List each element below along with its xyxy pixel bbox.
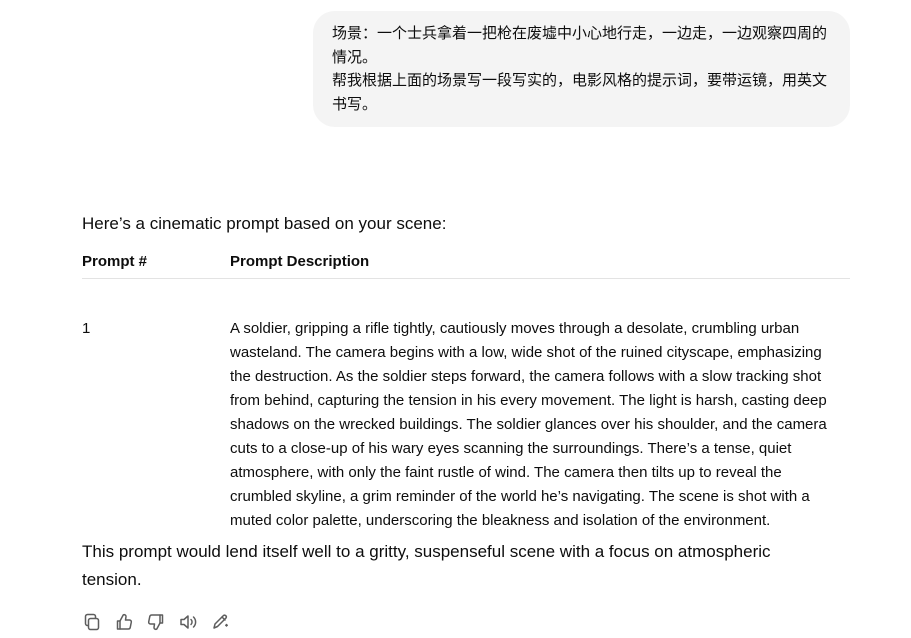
bad-response-button[interactable] bbox=[145, 611, 167, 633]
user-message-line-1: 场景：一个士兵拿着一把枪在废墟中小心地行走，一边走，一边观察四周的情况。 bbox=[332, 24, 828, 66]
copy-button[interactable] bbox=[81, 611, 103, 633]
edit-icon bbox=[213, 614, 228, 629]
row-prompt-description: A soldier, gripping a rifle tightly, cau… bbox=[230, 320, 827, 529]
user-message-bubble: 场景：一个士兵拿着一把枪在废墟中小心地行走，一边走，一边观察四周的情况。 帮我根… bbox=[313, 11, 850, 127]
header-prompt-description: Prompt Description bbox=[230, 253, 370, 270]
read-aloud-button[interactable] bbox=[177, 611, 199, 633]
message-action-bar bbox=[81, 611, 231, 633]
user-message-line-2: 帮我根据上面的场景写一段写实的，电影风格的提示词，要带运镜，用英文书写。 bbox=[332, 71, 828, 113]
edit-response-button[interactable] bbox=[209, 611, 231, 633]
thumbs-up-icon bbox=[116, 613, 133, 630]
header-prompt-number: Prompt # bbox=[82, 253, 148, 270]
assistant-intro-text: Here’s a cinematic prompt based on your … bbox=[82, 214, 447, 233]
table-row: 1 A soldier, gripping a rifle tightly, c… bbox=[82, 279, 850, 529]
copy-icon bbox=[84, 613, 100, 631]
thumbs-down-icon bbox=[147, 614, 164, 631]
prompt-table: Prompt # Prompt Description 1 A soldier,… bbox=[82, 250, 850, 529]
read-aloud-icon bbox=[180, 615, 197, 629]
table-header: Prompt # Prompt Description bbox=[82, 250, 850, 279]
row-prompt-number: 1 bbox=[82, 320, 91, 337]
good-response-button[interactable] bbox=[113, 611, 135, 633]
assistant-outro-text: This prompt would lend itself well to a … bbox=[82, 542, 771, 589]
